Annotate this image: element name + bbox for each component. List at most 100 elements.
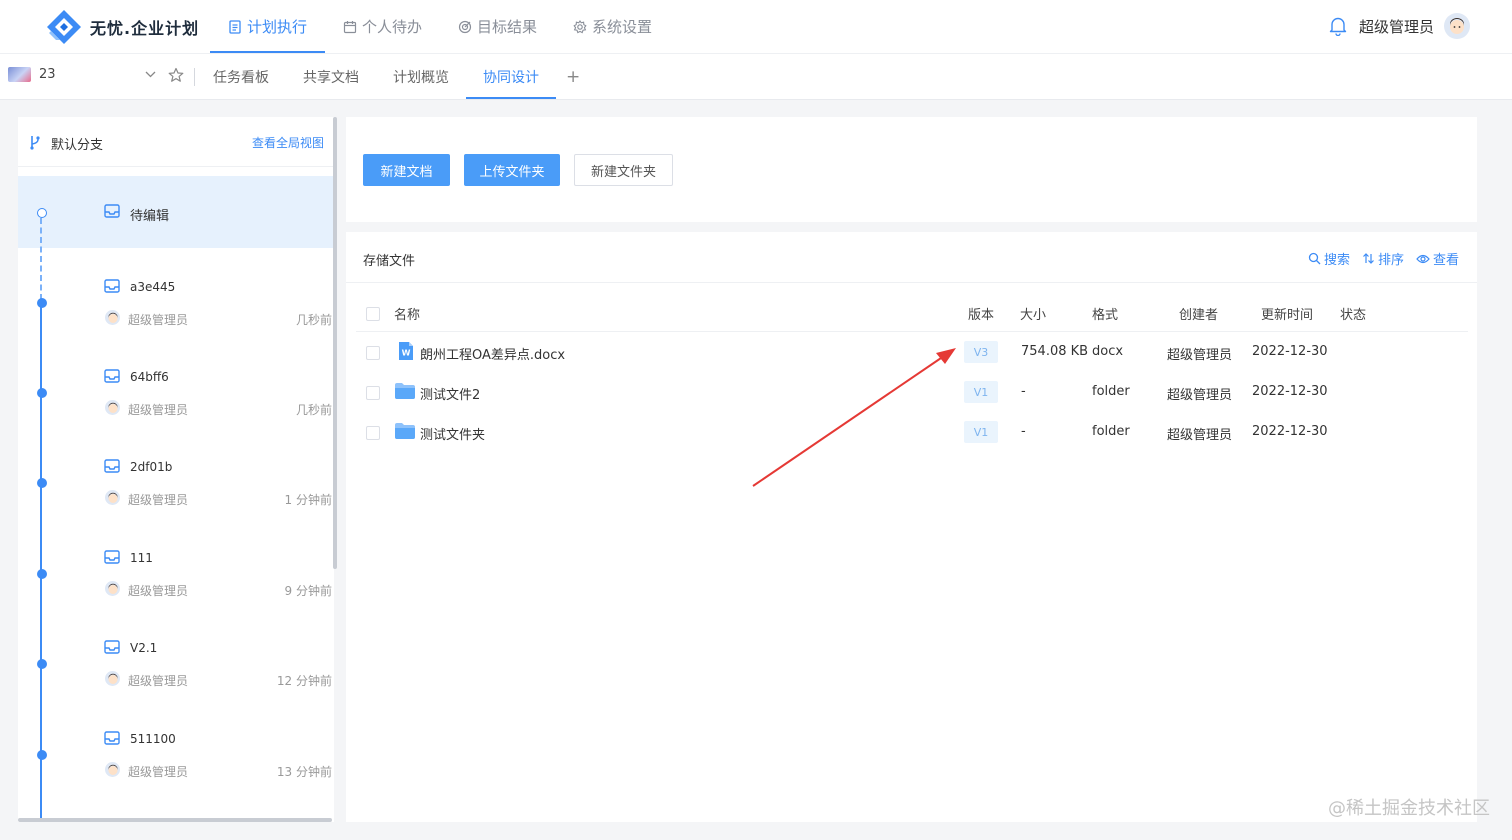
- user-name[interactable]: 超级管理员: [1359, 16, 1434, 37]
- column-header-status[interactable]: 状态: [1340, 304, 1366, 323]
- tab-collab-design[interactable]: 协同设计: [466, 54, 556, 99]
- commit-time: 几秒前: [295, 313, 332, 327]
- folder-icon: [394, 382, 416, 400]
- commit-name: V2.1: [130, 641, 158, 655]
- files-header: 存储文件 搜索 排序 查看: [346, 232, 1477, 283]
- commit-author: 超级管理员: [128, 584, 189, 598]
- commit-author: 超级管理员: [128, 403, 189, 417]
- chevron-down-icon[interactable]: [145, 71, 156, 78]
- project-bar: 23 任务看板 共享文档 计划概览 协同设计 +: [0, 53, 1512, 100]
- column-header-version[interactable]: 版本: [968, 304, 994, 323]
- nav-goal-results[interactable]: 目标结果: [440, 0, 555, 53]
- file-creator: 超级管理员: [1167, 388, 1233, 403]
- file-creator: 超级管理员: [1167, 348, 1233, 363]
- file-updated: 2022-12-30: [1252, 344, 1328, 359]
- search-button[interactable]: 搜索: [1308, 249, 1350, 268]
- view-button[interactable]: 查看: [1416, 249, 1459, 268]
- version-badge[interactable]: V1: [964, 381, 998, 403]
- version-badge[interactable]: V1: [964, 421, 998, 443]
- table-row[interactable]: W 朗州工程OA差异点.docx V3 754.08 KB docx 超级管理员…: [356, 332, 1468, 372]
- branch-header: 默认分支 查看全局视图: [18, 117, 334, 167]
- commit-item[interactable]: 111 超级管理员 9 分钟前: [18, 550, 334, 614]
- column-header-updated[interactable]: 更新时间: [1261, 304, 1313, 323]
- logo-icon: [46, 9, 82, 45]
- upload-folder-button[interactable]: 上传文件夹: [464, 154, 560, 186]
- commit-item[interactable]: V2.1 超级管理员 12 分钟前: [18, 640, 334, 704]
- new-document-button[interactable]: 新建文档: [363, 154, 450, 186]
- file-name[interactable]: 朗州工程OA差异点.docx: [420, 344, 565, 363]
- nav-system-settings[interactable]: 系统设置: [555, 0, 670, 53]
- watermark: @稀土掘金技术社区: [1328, 798, 1490, 819]
- column-header-format[interactable]: 格式: [1092, 304, 1118, 323]
- version-badge[interactable]: V3: [964, 341, 998, 363]
- divider: [194, 68, 195, 86]
- avatar: [105, 400, 120, 415]
- commit-time: 13 分钟前: [276, 765, 332, 779]
- commit-time: 12 分钟前: [276, 674, 332, 688]
- commit-name: 511100: [130, 732, 176, 746]
- inbox-icon: [104, 459, 120, 473]
- nav-personal-todo[interactable]: 个人待办: [325, 0, 440, 53]
- commit-time: 几秒前: [295, 403, 332, 417]
- commit-name: 2df01b: [130, 460, 173, 474]
- file-format: folder: [1092, 384, 1130, 399]
- star-icon[interactable]: [168, 67, 184, 83]
- row-checkbox[interactable]: [366, 346, 380, 360]
- file-format: docx: [1092, 344, 1124, 359]
- nav-plan-execution[interactable]: 计划执行: [210, 0, 326, 53]
- commit-item[interactable]: 64bff6 超级管理员 几秒前: [18, 369, 334, 433]
- inbox-icon: [104, 204, 120, 218]
- table-row[interactable]: 测试文件2 V1 - folder 超级管理员 2022-12-30: [356, 372, 1468, 412]
- commit-name: 111: [130, 551, 153, 565]
- file-size: -: [1021, 384, 1026, 399]
- commit-item[interactable]: 2df01b 超级管理员 1 分钟前: [18, 459, 334, 523]
- folder-icon: [394, 422, 416, 440]
- timeline-current-node: [37, 208, 47, 218]
- project-tabs: 任务看板 共享文档 计划概览 协同设计 +: [196, 54, 590, 99]
- column-header-size[interactable]: 大小: [1020, 304, 1046, 323]
- horizontal-scrollbar[interactable]: [18, 818, 332, 822]
- tab-plan-overview[interactable]: 计划概览: [376, 54, 466, 99]
- tab-shared-docs[interactable]: 共享文档: [286, 54, 376, 99]
- sort-button[interactable]: 排序: [1362, 249, 1404, 268]
- sort-icon: [1362, 252, 1378, 265]
- vertical-scrollbar[interactable]: [333, 117, 337, 569]
- commit-item[interactable]: a3e445 超级管理员 几秒前: [18, 279, 334, 343]
- file-updated: 2022-12-30: [1252, 384, 1328, 399]
- brand-logo[interactable]: 无忧.企业计划: [46, 9, 199, 45]
- commit-author: 超级管理员: [128, 674, 189, 688]
- main-nav: 计划执行 个人待办 目标结果 系统设置: [210, 0, 670, 53]
- draft-item[interactable]: 待编辑: [18, 176, 334, 248]
- project-selector[interactable]: 23: [8, 67, 56, 82]
- new-folder-button[interactable]: 新建文件夹: [574, 154, 673, 186]
- tab-task-board[interactable]: 任务看板: [196, 54, 286, 99]
- user-area[interactable]: 超级管理员: [1329, 13, 1470, 39]
- search-icon: [1308, 252, 1324, 265]
- table-row[interactable]: 测试文件夹 V1 - folder 超级管理员 2022-12-30: [356, 412, 1468, 452]
- inbox-icon: [104, 550, 120, 564]
- column-header-name[interactable]: 名称: [394, 304, 420, 323]
- avatar: [105, 310, 120, 325]
- commit-author: 超级管理员: [128, 765, 189, 779]
- gear-icon: [573, 19, 587, 34]
- project-number: 23: [39, 67, 56, 82]
- avatar: [105, 490, 120, 505]
- commit-item[interactable]: 511100 超级管理员 13 分钟前: [18, 731, 334, 795]
- file-name[interactable]: 测试文件2: [420, 384, 480, 403]
- column-header-creator[interactable]: 创建者: [1179, 304, 1218, 323]
- row-checkbox[interactable]: [366, 386, 380, 400]
- add-tab-button[interactable]: +: [556, 54, 590, 99]
- inbox-icon: [104, 731, 120, 745]
- bell-icon[interactable]: [1329, 16, 1347, 36]
- commit-name: a3e445: [130, 280, 176, 294]
- view-all-link[interactable]: 查看全局视图: [252, 134, 324, 151]
- file-name[interactable]: 测试文件夹: [420, 424, 485, 443]
- commit-time: 9 分钟前: [284, 584, 332, 598]
- git-branch-icon: [29, 134, 41, 150]
- row-checkbox[interactable]: [366, 426, 380, 440]
- eye-icon: [1416, 253, 1433, 265]
- brand-name: 无忧.企业计划: [90, 19, 200, 38]
- avatar[interactable]: [1444, 13, 1470, 39]
- calendar-icon: [343, 20, 357, 34]
- select-all-checkbox[interactable]: [366, 307, 380, 321]
